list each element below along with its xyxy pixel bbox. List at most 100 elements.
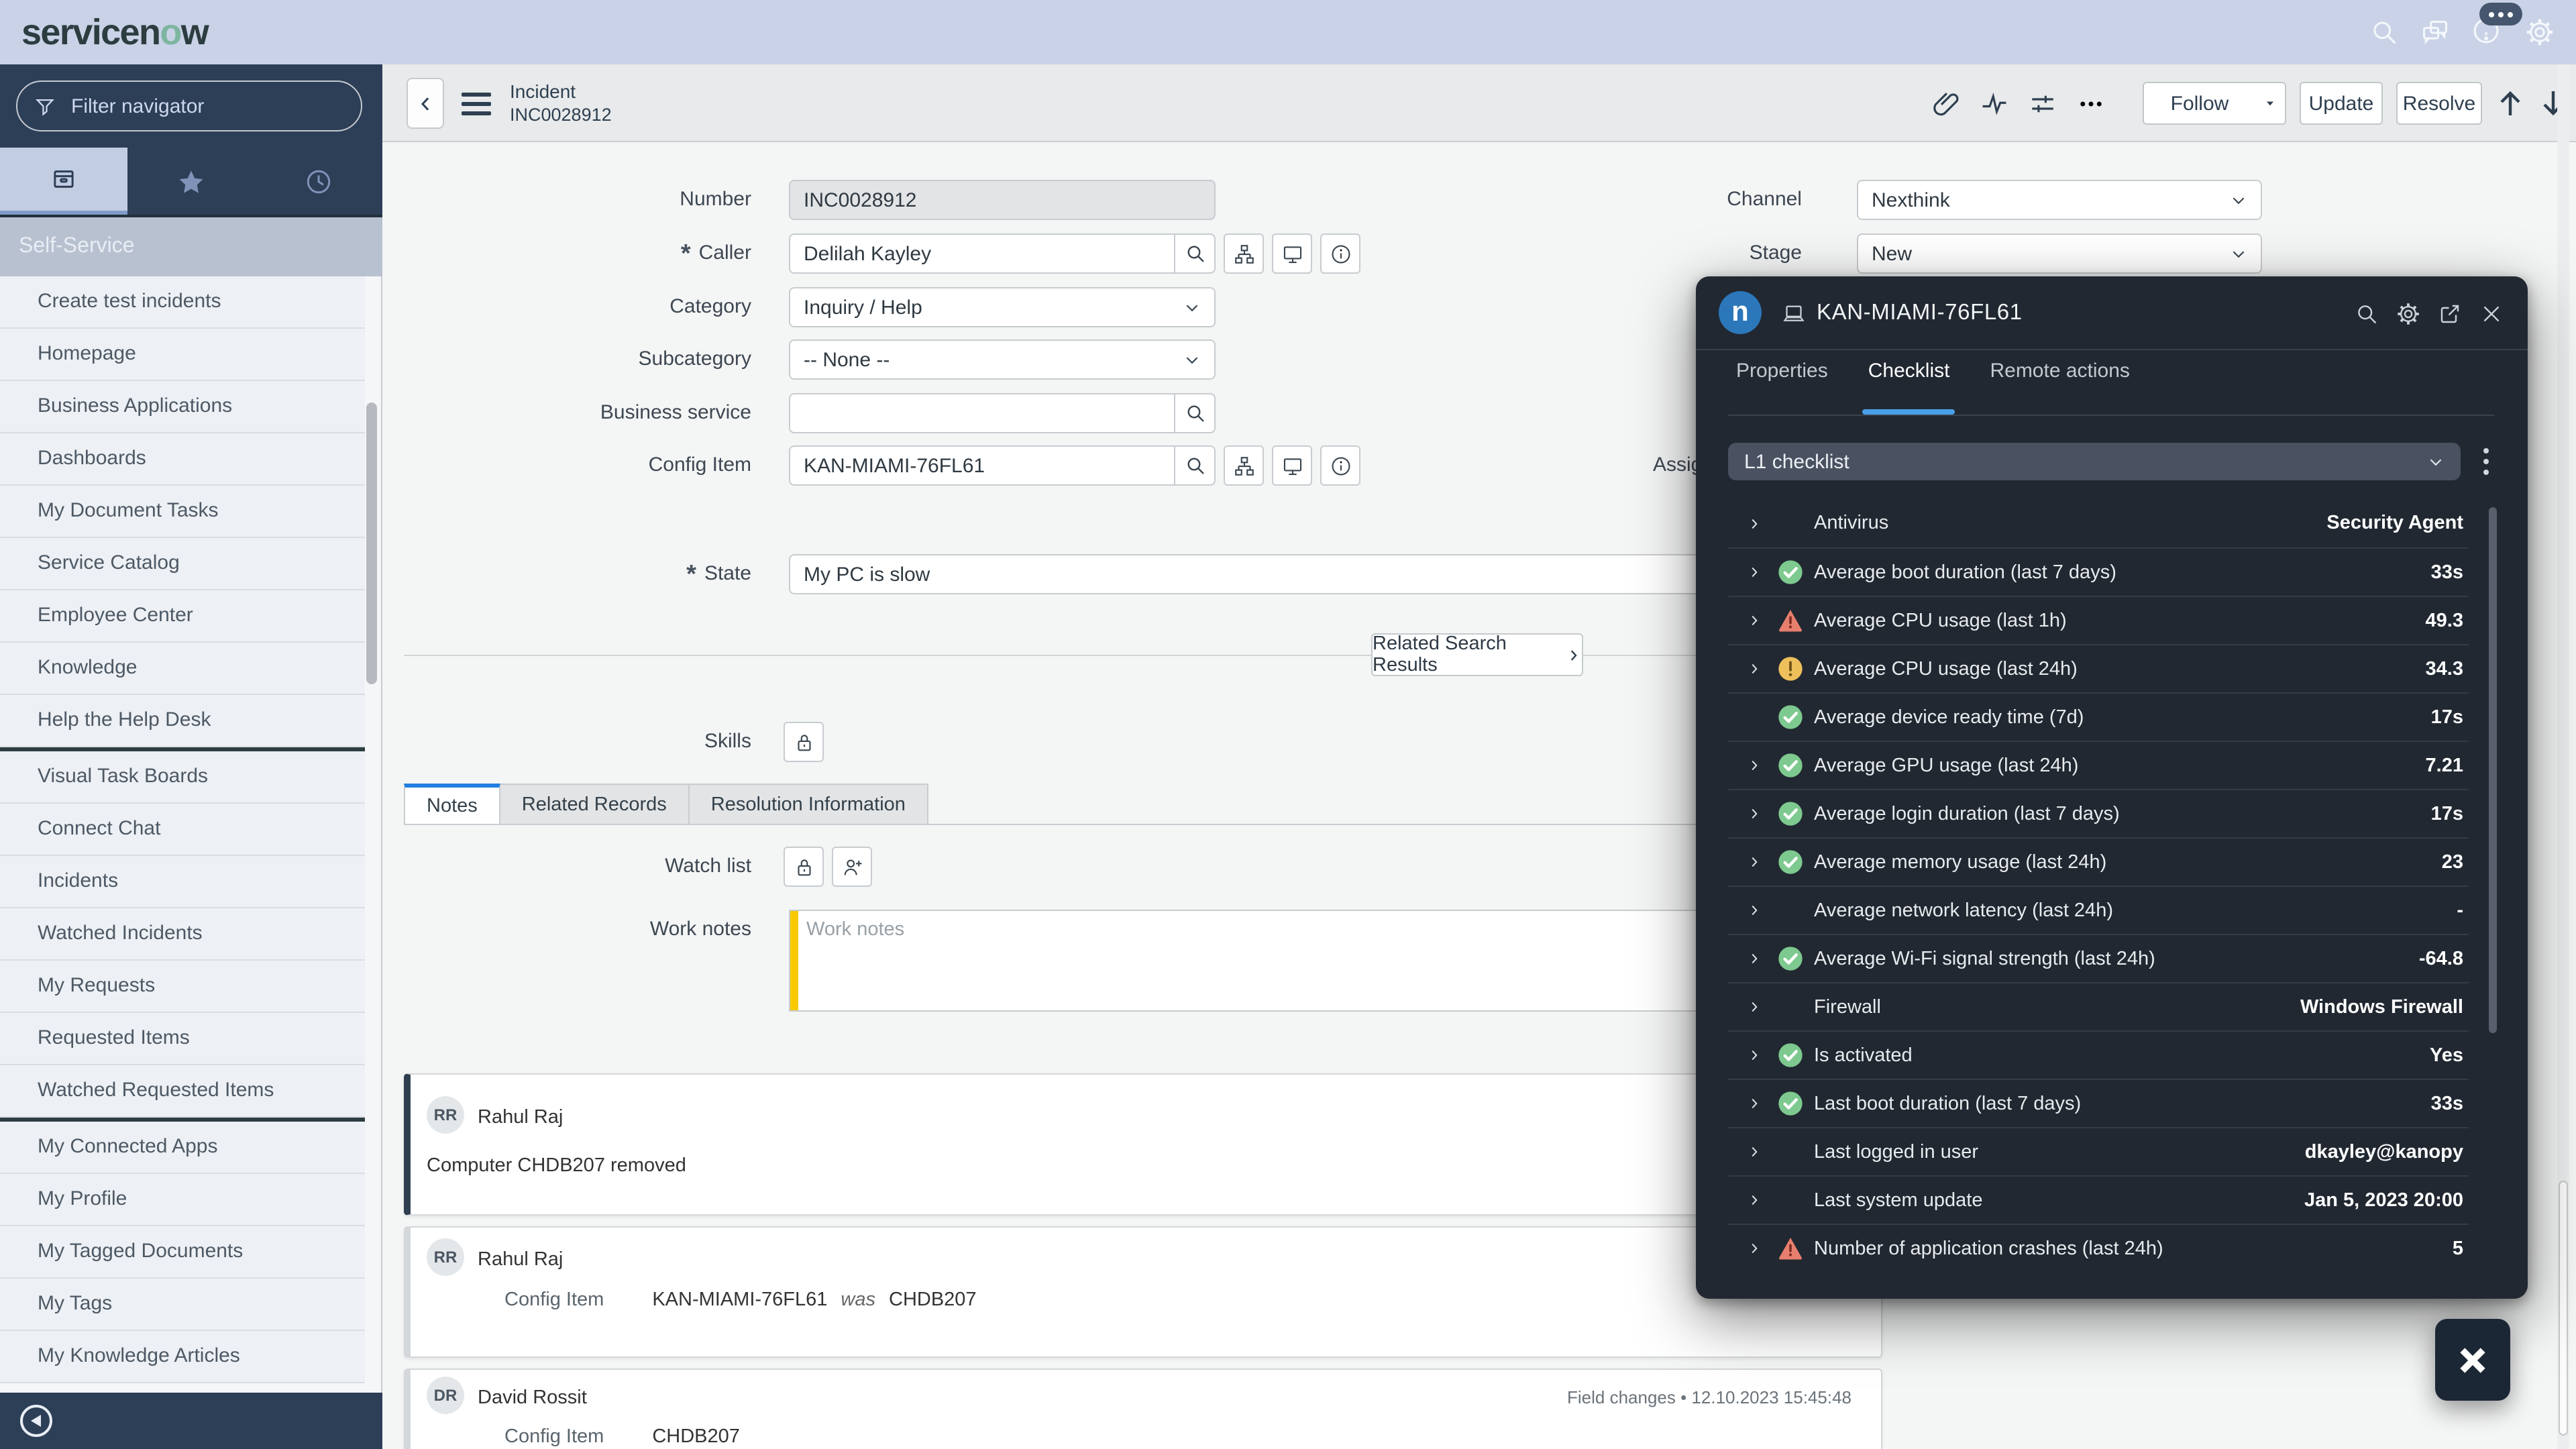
number-field[interactable] xyxy=(789,180,1216,220)
sidebar-item-requested-items[interactable]: Requested Items xyxy=(0,1013,365,1065)
collapse-sidebar-icon[interactable] xyxy=(19,1403,54,1438)
follow-dropdown-button[interactable] xyxy=(2255,82,2286,125)
config-item-device-button[interactable] xyxy=(1272,445,1312,486)
tab-notes[interactable]: Notes xyxy=(404,784,500,825)
checklist-row-last-boot-duration-last-7-days[interactable]: Last boot duration (last 7 days)33s xyxy=(1728,1079,2469,1127)
nexthink-tab-checklist[interactable]: Checklist xyxy=(1868,360,1950,415)
chevron-right-icon[interactable] xyxy=(1747,516,1762,531)
sidebar-item-watched-requested-items[interactable]: Watched Requested Items xyxy=(0,1065,365,1118)
nexthink-tab-remote-actions[interactable]: Remote actions xyxy=(1990,360,2129,415)
watch-list-lock-button[interactable] xyxy=(784,847,824,887)
sidebar-item-my-profile[interactable]: My Profile xyxy=(0,1174,365,1226)
sidebar-item-business-applications[interactable]: Business Applications xyxy=(0,381,365,433)
popout-icon[interactable] xyxy=(2438,301,2462,325)
sidebar-item-service-catalog[interactable]: Service Catalog xyxy=(0,538,365,590)
checklist-row-last-logged-in-user[interactable]: Last logged in userdkayley@kanopy xyxy=(1728,1127,2469,1175)
checklist-row-number-of-application-crashes-last-24h[interactable]: Number of application crashes (last 24h)… xyxy=(1728,1224,2469,1272)
checklist-kebab-menu-icon[interactable] xyxy=(2477,443,2496,480)
config-item-info-button[interactable] xyxy=(1320,445,1360,486)
channel-select[interactable]: Nexthink xyxy=(1857,180,2262,220)
chat-icon[interactable] xyxy=(2420,17,2450,47)
business-service-input[interactable] xyxy=(790,402,1174,425)
chevron-right-icon[interactable] xyxy=(1747,806,1762,821)
tab-all-applications[interactable] xyxy=(0,148,127,215)
attachment-icon[interactable] xyxy=(1932,89,1960,117)
chevron-right-icon[interactable] xyxy=(1747,565,1762,580)
sidebar-item-incidents[interactable]: Incidents xyxy=(0,856,365,908)
chevron-right-icon[interactable] xyxy=(1747,661,1762,676)
config-item-lookup-button[interactable] xyxy=(1174,447,1214,484)
follow-button[interactable]: Follow xyxy=(2143,82,2257,125)
caller-lookup-button[interactable] xyxy=(1174,235,1214,272)
config-item-field[interactable] xyxy=(789,445,1216,486)
category-select[interactable]: Inquiry / Help xyxy=(789,287,1216,327)
sidebar-item-watched-incidents[interactable]: Watched Incidents xyxy=(0,908,365,961)
state-field[interactable] xyxy=(789,554,1731,594)
sidebar-item-create-test-incidents[interactable]: Create test incidents xyxy=(0,276,365,329)
close-overlay-button[interactable] xyxy=(2435,1319,2510,1401)
sidebar-item-employee-center[interactable]: Employee Center xyxy=(0,590,365,643)
chevron-right-icon[interactable] xyxy=(1747,951,1762,966)
checklist-scrollbar[interactable] xyxy=(2489,507,2497,1033)
checklist-row-average-network-latency-last-24h[interactable]: Average network latency (last 24h)- xyxy=(1728,885,2469,934)
subcategory-select[interactable]: -- None -- xyxy=(789,339,1216,380)
related-search-results-button[interactable]: Related Search Results xyxy=(1371,633,1583,676)
sidebar-item-connect-chat[interactable]: Connect Chat xyxy=(0,804,365,856)
resolve-button[interactable]: Resolve xyxy=(2396,82,2482,125)
sidebar-item-my-tags[interactable]: My Tags xyxy=(0,1279,365,1331)
tab-resolution-information[interactable]: Resolution Information xyxy=(690,784,928,825)
chevron-right-icon[interactable] xyxy=(1747,1193,1762,1208)
number-input[interactable] xyxy=(790,189,1214,211)
sidebar-section-self-service[interactable]: Self-Service xyxy=(0,217,382,276)
config-item-hierarchy-button[interactable] xyxy=(1224,445,1264,486)
skills-lock-button[interactable] xyxy=(784,722,824,762)
sidebar-item-homepage[interactable]: Homepage xyxy=(0,329,365,381)
config-item-input[interactable] xyxy=(790,454,1174,477)
checklist-row-average-boot-duration-last-7-days[interactable]: Average boot duration (last 7 days)33s xyxy=(1728,547,2469,596)
chevron-right-icon[interactable] xyxy=(1747,855,1762,869)
chevron-right-icon[interactable] xyxy=(1747,1144,1762,1159)
sidebar-item-visual-task-boards[interactable]: Visual Task Boards xyxy=(0,751,365,804)
sidebar-item-dashboards[interactable]: Dashboards xyxy=(0,433,365,486)
chevron-right-icon[interactable] xyxy=(1747,613,1762,628)
chevron-right-icon[interactable] xyxy=(1747,1000,1762,1014)
chevron-right-icon[interactable] xyxy=(1747,1096,1762,1111)
filter-navigator-field[interactable] xyxy=(16,80,362,131)
close-icon[interactable] xyxy=(2479,301,2504,325)
back-button[interactable] xyxy=(407,78,444,129)
chevron-right-icon[interactable] xyxy=(1747,1048,1762,1063)
sidebar-item-help-the-help-desk[interactable]: Help the Help Desk xyxy=(0,695,365,747)
tab-related-records[interactable]: Related Records xyxy=(500,784,690,825)
checklist-selector[interactable]: L1 checklist xyxy=(1728,443,2461,480)
sidebar-item-my-requests[interactable]: My Requests xyxy=(0,961,365,1013)
search-icon[interactable] xyxy=(2369,17,2399,47)
activity-stream-icon[interactable] xyxy=(1980,89,2008,117)
filter-navigator-input[interactable] xyxy=(68,93,345,119)
tab-favorites[interactable] xyxy=(127,148,255,215)
gear-icon[interactable] xyxy=(2396,301,2420,325)
checklist-row-average-wi-fi-signal-strength-last-24h[interactable]: Average Wi-Fi signal strength (last 24h)… xyxy=(1728,934,2469,982)
checklist-row-is-activated[interactable]: Is activatedYes xyxy=(1728,1030,2469,1079)
context-menu-icon[interactable] xyxy=(462,93,491,121)
caller-info-button[interactable] xyxy=(1320,233,1360,274)
personalize-form-icon[interactable] xyxy=(2029,89,2057,117)
checklist-row-average-memory-usage-last-24h[interactable]: Average memory usage (last 24h)23 xyxy=(1728,837,2469,885)
sidebar-item-knowledge[interactable]: Knowledge xyxy=(0,643,365,695)
sidebar-item-my-connected-apps[interactable]: My Connected Apps xyxy=(0,1122,365,1174)
previous-record-icon[interactable] xyxy=(2494,87,2526,119)
more-options-icon[interactable] xyxy=(2077,89,2105,117)
account-menu-icon[interactable] xyxy=(2471,16,2504,48)
stage-select[interactable]: New xyxy=(1857,233,2262,274)
caller-field[interactable] xyxy=(789,233,1216,274)
watch-list-add-person-button[interactable] xyxy=(832,847,872,887)
search-icon[interactable] xyxy=(2355,301,2379,325)
update-button[interactable]: Update xyxy=(2300,82,2383,125)
checklist-row-average-gpu-usage-last-24h[interactable]: Average GPU usage (last 24h)7.21 xyxy=(1728,741,2469,789)
gear-icon[interactable] xyxy=(2525,17,2555,47)
checklist-row-average-device-ready-time-7d[interactable]: Average device ready time (7d)17s xyxy=(1728,692,2469,741)
sidebar-item-my-tagged-documents[interactable]: My Tagged Documents xyxy=(0,1226,365,1279)
tab-history[interactable] xyxy=(255,148,382,215)
business-service-field[interactable] xyxy=(789,393,1216,433)
sidebar-scrollbar[interactable] xyxy=(366,402,377,684)
checklist-row-average-login-duration-last-7-days[interactable]: Average login duration (last 7 days)17s xyxy=(1728,789,2469,837)
